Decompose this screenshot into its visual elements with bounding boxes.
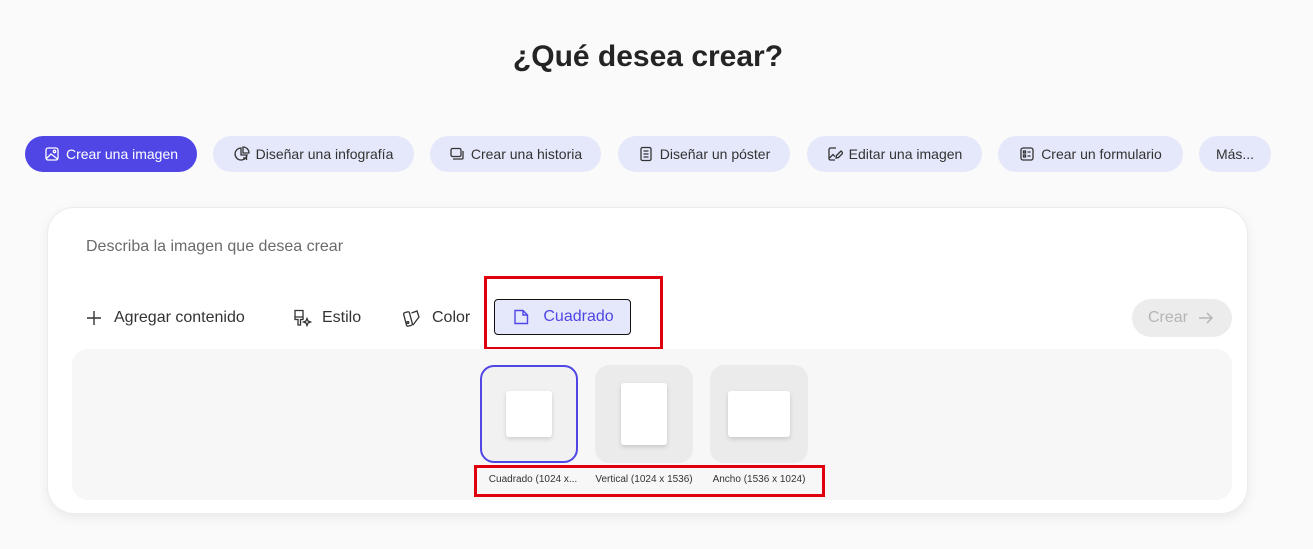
- chip-label: Crear una imagen: [65, 146, 179, 162]
- arrow-right-icon: [1199, 312, 1214, 324]
- color-label: Color: [432, 309, 471, 326]
- infographic-icon: [234, 146, 250, 161]
- chip-create-image[interactable]: Crear una imagen: [25, 136, 197, 172]
- chip-label: Diseñar una infografía: [255, 146, 394, 162]
- wide-thumbnail: [728, 391, 790, 437]
- aspect-option-square[interactable]: [480, 365, 578, 463]
- create-label: Crear: [1147, 309, 1188, 326]
- chip-design-infographic[interactable]: Diseñar una infografía: [213, 136, 414, 172]
- image-icon: [45, 147, 59, 161]
- edit-image-icon: [828, 147, 843, 161]
- chip-design-poster[interactable]: Diseñar un póster: [618, 136, 790, 172]
- vertical-thumbnail: [621, 383, 667, 445]
- style-label: Estilo: [322, 309, 362, 326]
- chip-create-story[interactable]: Crear una historia: [430, 136, 601, 172]
- highlight-box-aspect: [484, 276, 663, 350]
- add-content-label: Agregar contenido: [114, 309, 245, 326]
- brush-sparkle-icon: [294, 309, 312, 328]
- prompt-input[interactable]: [86, 238, 1086, 256]
- aspect-option-wide[interactable]: [710, 365, 808, 463]
- style-button[interactable]: Estilo: [292, 303, 361, 333]
- color-button[interactable]: Color: [402, 303, 470, 333]
- chip-label: Crear un formulario: [1041, 146, 1162, 162]
- poster-icon: [640, 146, 652, 162]
- chip-edit-image[interactable]: Editar una imagen: [807, 136, 982, 172]
- add-content-button[interactable]: Agregar contenido: [84, 303, 245, 333]
- chip-more[interactable]: Más...: [1199, 136, 1271, 172]
- form-icon: [1020, 147, 1034, 161]
- color-swatch-icon: [402, 310, 420, 327]
- highlight-box-labels: [474, 465, 825, 497]
- chip-create-form[interactable]: Crear un formulario: [998, 136, 1183, 172]
- composer-card: Agregar contenido Estilo Color Cuadrado …: [48, 208, 1247, 513]
- chip-label: Más...: [1215, 146, 1255, 162]
- create-button[interactable]: Crear: [1132, 299, 1232, 337]
- plus-icon: [87, 311, 101, 325]
- story-icon: [450, 147, 464, 160]
- chip-label: Crear una historia: [470, 146, 583, 162]
- square-thumbnail: [506, 391, 552, 437]
- chip-label: Editar una imagen: [848, 146, 963, 162]
- aspect-option-vertical[interactable]: [595, 365, 693, 463]
- chip-label: Diseñar un póster: [659, 146, 771, 162]
- page-title: ¿Qué desea crear?: [512, 40, 784, 73]
